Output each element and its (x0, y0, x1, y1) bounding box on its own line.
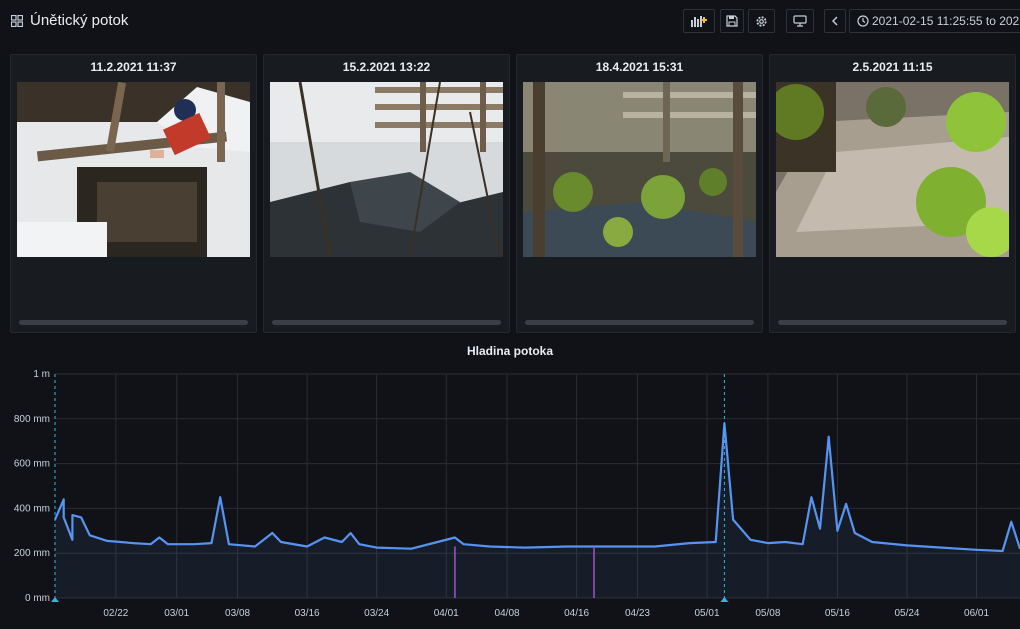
x-tick-label: 02/22 (103, 608, 128, 619)
x-tick-label: 06/01 (964, 608, 989, 619)
x-tick-label: 05/01 (695, 608, 720, 619)
chart-title: Hladina potoka (466, 344, 553, 358)
x-tick-label: 03/16 (295, 608, 320, 619)
creek-photo (776, 82, 1009, 257)
save-icon (726, 15, 738, 27)
panel-scrollbar[interactable] (525, 320, 754, 325)
x-tick-label: 03/01 (164, 608, 189, 619)
x-tick-label: 04/16 (564, 608, 589, 619)
photo-panel-4[interactable]: 2.5.2021 11:15 (769, 54, 1016, 333)
creek-photo (523, 82, 756, 257)
tv-mode-button[interactable] (786, 9, 814, 33)
add-panel-icon (691, 16, 707, 27)
y-tick-label: 600 mm (14, 459, 50, 470)
x-tick-label: 03/08 (225, 608, 250, 619)
x-tick-label: 03/24 (364, 608, 389, 619)
y-tick-label: 200 mm (14, 548, 50, 559)
photo-panel-1[interactable]: 11.2.2021 11:37 (10, 54, 257, 333)
time-range-picker[interactable]: 2021-02-15 11:25:55 to 2021-0 (849, 9, 1020, 33)
y-tick-label: 800 mm (14, 414, 50, 425)
panel-scrollbar[interactable] (778, 320, 1007, 325)
chevron-left-icon (832, 16, 838, 26)
x-tick-label: 04/23 (625, 608, 650, 619)
panel-scrollbar[interactable] (272, 320, 501, 325)
time-range-label: 2021-02-15 11:25:55 to 2021-0 (872, 14, 1020, 28)
y-tick-label: 400 mm (14, 503, 50, 514)
series-area (55, 423, 1020, 598)
water-level-chart[interactable]: 1 m 800 mm 600 mm 400 mm 200 mm 0 mm 02/22 03/0… (0, 360, 1020, 629)
top-navbar: Únětický potok 2021-02-15 11:25:55 to 20… (0, 0, 1020, 44)
y-tick-label: 1 m (33, 369, 50, 380)
monitor-icon (793, 15, 807, 27)
panel-scrollbar[interactable] (19, 320, 248, 325)
creek-photo (270, 82, 503, 257)
creek-photo (17, 82, 250, 257)
panel-title: 15.2.2021 13:22 (342, 60, 431, 74)
x-tick-label: 05/08 (755, 608, 780, 619)
clock-icon (857, 15, 869, 27)
save-button[interactable] (720, 9, 744, 33)
time-back-button[interactable] (824, 9, 846, 33)
settings-button[interactable] (748, 9, 775, 33)
x-tick-label: 05/24 (894, 608, 919, 619)
x-tick-label: 05/16 (825, 608, 850, 619)
add-panel-button[interactable] (683, 9, 715, 33)
dashboard-title[interactable]: Únětický potok (30, 12, 128, 29)
photo-panel-2[interactable]: 15.2.2021 13:22 (263, 54, 510, 333)
grid-icon[interactable] (11, 15, 23, 27)
series-line (53, 422, 1020, 553)
x-tick-label: 04/01 (434, 608, 459, 619)
x-tick-label: 04/08 (495, 608, 520, 619)
y-tick-label: 0 mm (25, 593, 50, 604)
panel-title: 11.2.2021 11:37 (90, 60, 177, 74)
photo-panel-3[interactable]: 18.4.2021 15:31 (516, 54, 763, 333)
panel-title: 2.5.2021 11:15 (852, 60, 933, 74)
panel-title: 18.4.2021 15:31 (595, 60, 684, 74)
gear-icon (756, 15, 767, 27)
